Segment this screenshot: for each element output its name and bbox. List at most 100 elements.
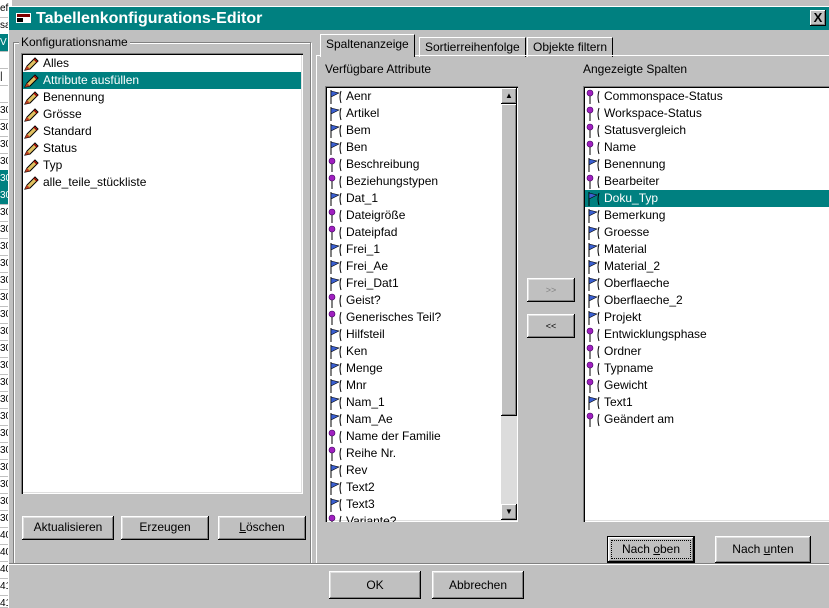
attribute-list-item[interactable]: Mnr	[327, 377, 499, 394]
config-list-item[interactable]: Status	[23, 140, 301, 157]
config-list-item[interactable]: Benennung	[23, 89, 301, 106]
attribute-label: Text1	[604, 395, 633, 409]
table-config-editor-window: Tabellenkonfigurations-Editor X Konfigur…	[8, 6, 829, 608]
attribute-list-item[interactable]: Artikel	[327, 105, 499, 122]
attribute-list-item[interactable]: Oberflaeche	[585, 275, 829, 292]
remove-column-button[interactable]: <<	[527, 314, 575, 338]
attribute-list-item[interactable]: Geist?	[327, 292, 499, 309]
attribute-list-item[interactable]: Geändert am	[585, 411, 829, 428]
attribute-label: Ben	[346, 140, 368, 154]
attribute-list-item[interactable]: Text2	[327, 479, 499, 496]
delete-button[interactable]: Löschen	[218, 516, 306, 540]
config-edit-icon	[24, 159, 39, 173]
create-button[interactable]: Erzeugen	[121, 516, 209, 540]
attribute-list-item[interactable]: Reihe Nr.	[327, 445, 499, 462]
attribute-list-item[interactable]: Dateipfad	[327, 224, 499, 241]
configuration-group-label: Konfigurationsname	[19, 35, 130, 49]
attribute-label: Reihe Nr.	[346, 446, 397, 460]
attribute-label: Name	[604, 140, 637, 154]
attribute-list-item[interactable]: Dateigröße	[327, 207, 499, 224]
configuration-list[interactable]: Alles Attribute ausfüllen Benennung Grösse S…	[21, 53, 303, 494]
tab-column-display[interactable]: Spaltenanzeige	[320, 34, 415, 57]
attribute-list-item[interactable]: Text1	[585, 394, 829, 411]
attribute-list-item[interactable]: Variante?	[327, 513, 499, 522]
attribute-label: Nam_1	[346, 395, 385, 409]
scroll-thumb[interactable]	[501, 104, 517, 416]
available-scrollbar[interactable]: ▲ ▼	[501, 88, 517, 520]
attribute-label: Entwicklungsphase	[604, 327, 707, 341]
attribute-label: Statusvergleich	[604, 123, 687, 137]
pin-attribute-icon	[328, 174, 342, 189]
close-button[interactable]: X	[810, 10, 826, 26]
available-attributes-list[interactable]: Aenr Artikel Bem Ben Beschreibung Beziehungst…	[325, 86, 518, 522]
attribute-list-item[interactable]: Nam_Ae	[327, 411, 499, 428]
attribute-list-item[interactable]: Commonspace-Status	[585, 88, 829, 105]
attribute-list-item[interactable]: Benennung	[585, 156, 829, 173]
attribute-list-item[interactable]: Dat_1	[327, 190, 499, 207]
attribute-list-item[interactable]: Entwicklungsphase	[585, 326, 829, 343]
config-list-item[interactable]: Typ	[23, 157, 301, 174]
attribute-list-item[interactable]: Oberflaeche_2	[585, 292, 829, 309]
pin-attribute-icon	[586, 140, 600, 155]
attribute-list-item[interactable]: Ben	[327, 139, 499, 156]
tab-sort-order[interactable]: Sortierreihenfolge	[419, 37, 526, 57]
move-down-button[interactable]: Nach unten	[715, 536, 811, 563]
attribute-list-item[interactable]: Hilfsteil	[327, 326, 499, 343]
config-list-item[interactable]: alle_teile_stückliste	[23, 174, 301, 191]
attribute-label: Dat_1	[346, 191, 379, 205]
attribute-list-item[interactable]: Groesse	[585, 224, 829, 241]
attribute-list-item[interactable]: Menge	[327, 360, 499, 377]
config-edit-icon	[24, 91, 39, 105]
attribute-list-item[interactable]: Material_2	[585, 258, 829, 275]
attribute-list-item[interactable]: Nam_1	[327, 394, 499, 411]
scroll-down-button[interactable]: ▼	[501, 504, 517, 520]
config-list-item[interactable]: Standard	[23, 123, 301, 140]
flag-attribute-icon	[330, 396, 342, 410]
attribute-list-item[interactable]: Statusvergleich	[585, 122, 829, 139]
attribute-list-item[interactable]: Generisches Teil?	[327, 309, 499, 326]
window-title: Tabellenkonfigurations-Editor	[36, 10, 263, 27]
cancel-button[interactable]: Abbrechen	[432, 571, 524, 599]
attribute-list-item[interactable]: Frei_1	[327, 241, 499, 258]
attribute-list-item[interactable]: Name der Familie	[327, 428, 499, 445]
config-list-item[interactable]: Attribute ausfüllen	[23, 72, 301, 89]
title-bar[interactable]: Tabellenkonfigurations-Editor X	[9, 7, 829, 30]
attribute-list-item[interactable]: Frei_Ae	[327, 258, 499, 275]
attribute-list-item[interactable]: Bem	[327, 122, 499, 139]
attribute-label: Text2	[346, 480, 375, 494]
attribute-list-item[interactable]: Text3	[327, 496, 499, 513]
attribute-list-item[interactable]: Bemerkung	[585, 207, 829, 224]
attribute-list-item[interactable]: Workspace-Status	[585, 105, 829, 122]
move-up-accel: o	[653, 542, 660, 556]
attribute-list-item[interactable]: Material	[585, 241, 829, 258]
attribute-list-item[interactable]: Aenr	[327, 88, 499, 105]
flag-attribute-icon	[330, 328, 342, 342]
flag-attribute-icon	[330, 124, 342, 138]
move-up-button[interactable]: Nach oben	[607, 536, 695, 563]
displayed-columns-list[interactable]: Commonspace-Status Workspace-Status Status…	[583, 86, 829, 522]
pin-attribute-icon	[328, 514, 342, 522]
attribute-label: Name der Familie	[346, 429, 441, 443]
attribute-list-item[interactable]: Projekt	[585, 309, 829, 326]
refresh-button[interactable]: Aktualisieren	[22, 516, 114, 540]
pin-attribute-icon	[328, 429, 342, 444]
pin-attribute-icon	[328, 225, 342, 240]
scroll-up-button[interactable]: ▲	[501, 88, 517, 104]
attribute-list-item[interactable]: Gewicht	[585, 377, 829, 394]
config-list-item[interactable]: Grösse	[23, 106, 301, 123]
attribute-list-item[interactable]: Ken	[327, 343, 499, 360]
attribute-list-item[interactable]: Beschreibung	[327, 156, 499, 173]
attribute-label: Frei_1	[346, 242, 381, 256]
attribute-list-item[interactable]: Beziehungstypen	[327, 173, 499, 190]
attribute-list-item[interactable]: Typname	[585, 360, 829, 377]
attribute-list-item[interactable]: Rev	[327, 462, 499, 479]
attribute-list-item[interactable]: Doku_Typ	[585, 190, 829, 207]
attribute-list-item[interactable]: Ordner	[585, 343, 829, 360]
ok-button[interactable]: OK	[329, 571, 421, 599]
attribute-list-item[interactable]: Bearbeiter	[585, 173, 829, 190]
tab-filter-objects[interactable]: Objekte filtern	[527, 37, 614, 57]
config-list-item[interactable]: Alles	[23, 55, 301, 72]
add-column-button[interactable]: >>	[527, 278, 575, 302]
attribute-list-item[interactable]: Frei_Dat1	[327, 275, 499, 292]
attribute-list-item[interactable]: Name	[585, 139, 829, 156]
